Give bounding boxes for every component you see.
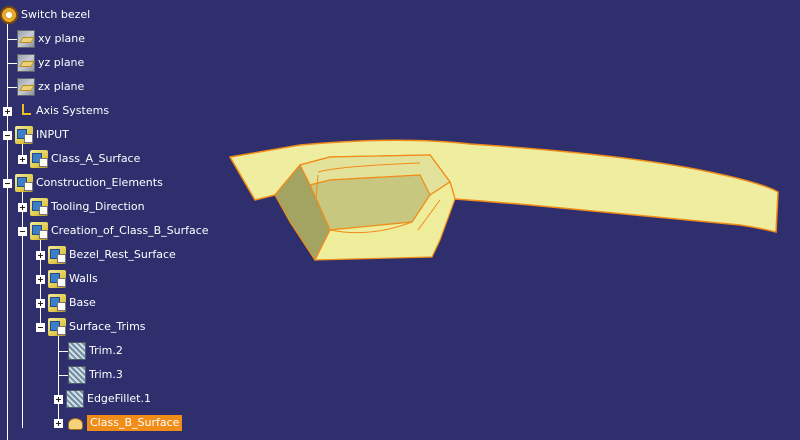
geometrical-set-icon	[30, 222, 48, 240]
geometrical-set-icon	[30, 150, 48, 168]
tree-node-edge-fillet-1[interactable]: EdgeFillet.1	[54, 389, 151, 409]
trim-icon	[68, 342, 86, 360]
tree-node-label: Trim.3	[89, 368, 123, 381]
geometrical-set-icon	[15, 174, 33, 192]
expand-plus-icon[interactable]	[18, 202, 27, 212]
tree-node-label: yz plane	[38, 56, 85, 69]
tree-node-construction-elements[interactable]: Construction_Elements	[3, 173, 163, 193]
geometrical-set-icon	[30, 198, 48, 216]
expand-plus-icon[interactable]	[36, 298, 45, 308]
tree-node-input[interactable]: INPUT	[3, 125, 69, 145]
collapse-minus-icon[interactable]	[18, 226, 27, 236]
expand-plus-icon[interactable]	[36, 274, 45, 284]
tree-node-trim-3[interactable]: Trim.3	[68, 365, 123, 385]
tree-node-label: Base	[69, 296, 96, 309]
tree-node-label: Axis Systems	[36, 104, 110, 117]
tree-node-axis-systems[interactable]: Axis Systems	[3, 101, 109, 121]
collapse-minus-icon[interactable]	[36, 322, 45, 332]
tree-node-label: zx plane	[38, 80, 85, 93]
collapse-minus-icon[interactable]	[3, 130, 12, 140]
plane-icon	[17, 54, 35, 72]
tree-node-label: Tooling_Direction	[51, 200, 145, 213]
tree-node-label: xy plane	[38, 32, 86, 45]
tree-node-creation-of-class-b-surface[interactable]: Creation_of_Class_B_Surface	[18, 221, 209, 241]
tree-node-bezel-rest-surface[interactable]: Bezel_Rest_Surface	[36, 245, 176, 265]
specification-tree: Switch bezel xy plane yz plane zx plane …	[0, 0, 800, 440]
plane-icon	[17, 30, 35, 48]
expand-plus-icon[interactable]	[3, 106, 12, 116]
plane-icon	[17, 78, 35, 96]
tree-root-switch-bezel[interactable]: Switch bezel	[0, 5, 90, 25]
tree-node-tooling-direction[interactable]: Tooling_Direction	[18, 197, 145, 217]
part-gear-icon	[0, 6, 18, 24]
tree-node-trim-2[interactable]: Trim.2	[68, 341, 123, 361]
tree-node-label: Construction_Elements	[36, 176, 163, 189]
tree-node-class-a-surface[interactable]: Class_A_Surface	[18, 149, 140, 169]
edge-fillet-icon	[66, 390, 84, 408]
tree-node-walls[interactable]: Walls	[36, 269, 98, 289]
tree-node-label: Walls	[69, 272, 98, 285]
tree-node-yz-plane[interactable]: yz plane	[17, 53, 84, 73]
tree-node-xy-plane[interactable]: xy plane	[17, 29, 85, 49]
tree-node-label: Creation_of_Class_B_Surface	[51, 224, 209, 237]
tree-node-label: Trim.2	[89, 344, 123, 357]
tree-node-label: Class_A_Surface	[51, 152, 141, 165]
tree-node-label: Bezel_Rest_Surface	[69, 248, 176, 261]
geometrical-set-icon	[48, 318, 66, 336]
tree-node-label: Surface_Trims	[69, 320, 146, 333]
surface-icon	[66, 414, 84, 432]
tree-node-surface-trims[interactable]: Surface_Trims	[36, 317, 146, 337]
geometrical-set-icon	[48, 270, 66, 288]
tree-node-label: INPUT	[36, 128, 69, 141]
geometrical-set-icon	[48, 294, 66, 312]
tree-node-label: Switch bezel	[21, 8, 91, 21]
axis-system-icon	[15, 102, 33, 120]
tree-node-label-selected: Class_B_Surface	[87, 415, 183, 431]
geometrical-set-icon	[48, 246, 66, 264]
expand-plus-icon[interactable]	[54, 394, 63, 404]
tree-node-zx-plane[interactable]: zx plane	[17, 77, 84, 97]
geometrical-set-icon	[15, 126, 33, 144]
expand-plus-icon[interactable]	[54, 418, 63, 428]
trim-icon	[68, 366, 86, 384]
expand-plus-icon[interactable]	[18, 154, 27, 164]
collapse-minus-icon[interactable]	[3, 178, 12, 188]
tree-node-base[interactable]: Base	[36, 293, 96, 313]
tree-node-class-b-surface[interactable]: Class_B_Surface	[54, 413, 183, 433]
tree-node-label: EdgeFillet.1	[87, 392, 151, 405]
expand-plus-icon[interactable]	[36, 250, 45, 260]
